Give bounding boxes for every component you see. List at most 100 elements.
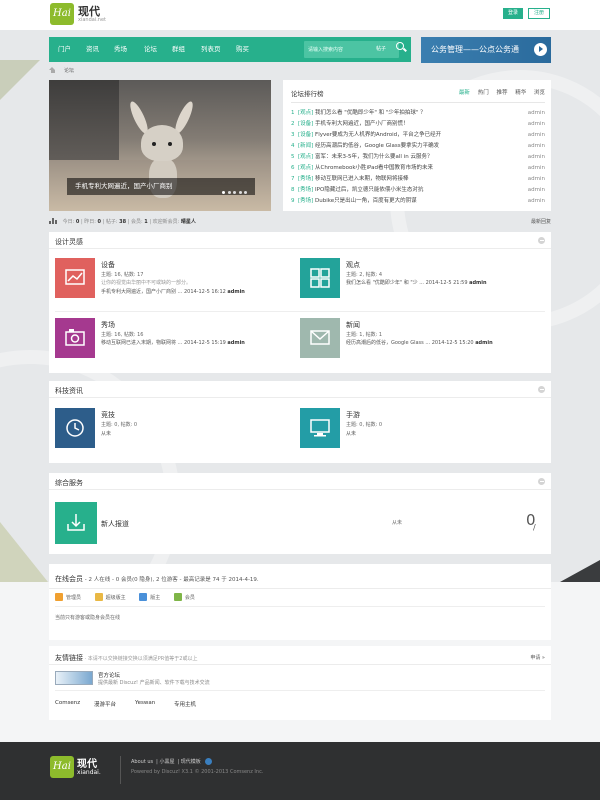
links-title: 友情链接 [55, 654, 83, 662]
ranking-item[interactable]: 5 [观点] 富军：未来3-5年，我们为什么要all in 云服务？ admin [291, 152, 545, 163]
rank-user[interactable]: admin [528, 196, 545, 207]
badge-icon[interactable] [205, 758, 213, 765]
rank-number: 9 [291, 198, 295, 204]
rank-category[interactable]: [观点] [298, 110, 313, 116]
latest-replies-link[interactable]: 最新回复 [531, 218, 551, 227]
footer-link-blacklist[interactable]: 小黑屋 [159, 759, 174, 765]
online-title[interactable]: 在线会员 [55, 575, 83, 583]
rank-category[interactable]: [设备] [298, 121, 313, 127]
forum-item-newcomers[interactable]: 新人报道 从未 0 / [55, 502, 545, 546]
rank-title[interactable]: IPO隐藏过后，凯立德只能依偎小米生态对抗 [315, 187, 423, 193]
search-box: 帖子 [304, 41, 399, 58]
discuz-logo[interactable] [55, 671, 93, 685]
rank-number: 6 [291, 165, 295, 171]
ranking-list: 1 [观点] 我们怎么看 "优酷即少年" 和 "少年拍拍球" ？ admin 2 [设备… [291, 108, 545, 207]
rank-category[interactable]: [秀场] [298, 187, 313, 193]
forum-item-mobile-games[interactable]: 手游 主题: 0, 帖数: 0 从未 [300, 408, 540, 452]
ranking-item[interactable]: 7 [秀场] 移动互联网已进入末期，物联网将接棒 admin [291, 174, 545, 185]
ranking-item[interactable]: 8 [秀场] IPO隐藏过后，凯立德只能依偎小米生态对抗 admin [291, 185, 545, 196]
image-slider[interactable]: 手机专利大网遍近，国产小厂商别 [49, 80, 271, 211]
stats-icon [49, 218, 57, 224]
footer-logo[interactable]: Hai [50, 756, 74, 778]
ranking-item[interactable]: 6 [观点] 从Chromebook小胜iPad看中国教育市场的未来 admin [291, 163, 545, 174]
text-link[interactable]: 专用主机 [174, 700, 196, 708]
rank-user[interactable]: admin [528, 119, 545, 130]
nav-item-show[interactable]: 秀场 [114, 37, 127, 62]
site-logo[interactable]: Hai [50, 3, 74, 25]
forum-item-news[interactable]: 新闻 主题: 1, 帖数: 1 经历高潮后的低谷，Google Glass ..… [300, 318, 540, 362]
rank-title[interactable]: 经历高潮后的低谷，Google Glass要拿实力平确发 [315, 143, 439, 149]
search-category-select[interactable]: 帖子 [376, 41, 386, 58]
footer-link-about[interactable]: About us [131, 759, 153, 765]
slide-caption[interactable]: 手机专利大网遍近，国产小厂商别 [67, 178, 255, 195]
rank-title[interactable]: 移动互联网已进入末期，物联网将接棒 [315, 176, 409, 182]
forum-item-opinion[interactable]: 观点 主题: 2, 帖数: 4 我们怎么看 "优酷即少年" 和 "少 ... 2… [300, 258, 540, 302]
nav-item-groups[interactable]: 群组 [172, 37, 185, 62]
register-button[interactable]: 注册 [528, 8, 550, 19]
legend-admin: 管理员 [55, 593, 81, 601]
apply-link[interactable]: 申请 » [530, 654, 545, 661]
ranking-item[interactable]: 3 [设备] Flyver要成为无人机界的Android，平台之争已经开 admin [291, 130, 545, 141]
nav-item-buy[interactable]: 购买 [236, 37, 249, 62]
rank-category[interactable]: [设备] [298, 132, 313, 138]
rank-user[interactable]: admin [528, 130, 545, 141]
home-icon[interactable] [49, 67, 56, 73]
ranking-item[interactable]: 1 [观点] 我们怎么看 "优酷即少年" 和 "少年拍拍球" ？ admin [291, 108, 545, 119]
login-button[interactable]: 登录 [503, 8, 523, 19]
promo-banner[interactable]: 公务管理——公点公务通 [421, 37, 551, 63]
tab-recommended[interactable]: 推荐 [496, 90, 507, 96]
rank-title[interactable]: 手机专利大网遍近，国产小厂商别慌！ [315, 121, 409, 127]
footer: Hai 现代 xiandai. About us | 小黑屋 | 现代模板 Powe… [0, 742, 600, 800]
tab-latest[interactable]: 最新 [459, 90, 470, 96]
section-title: 综合服务 [55, 479, 83, 487]
newest-member-link[interactable]: 晴星人 [181, 219, 196, 225]
rank-user[interactable]: admin [528, 152, 545, 163]
ranking-item[interactable]: 4 [新闻] 经历高潮后的低谷，Google Glass要拿实力平确发 admin [291, 141, 545, 152]
text-link[interactable]: Yeswan [135, 700, 155, 706]
rank-user[interactable]: admin [528, 185, 545, 196]
search-icon[interactable] [395, 41, 407, 53]
rank-user[interactable]: admin [528, 141, 545, 152]
collapse-icon[interactable] [538, 386, 545, 393]
tab-hot[interactable]: 热门 [478, 90, 489, 96]
rank-category[interactable]: [新闻] [298, 143, 313, 149]
forum-item-esports[interactable]: 竞技 主题: 0, 帖数: 0 从未 [55, 408, 295, 452]
forum-item-show[interactable]: 秀场 主题: 16, 帖数: 16 移动互联网已进入末期，物联网将 ... 20… [55, 318, 295, 362]
text-link[interactable]: Comsenz [55, 700, 80, 706]
rank-user[interactable]: admin [528, 163, 545, 174]
footer-link-template[interactable]: 现代模板 [181, 759, 201, 765]
rank-category[interactable]: [观点] [298, 165, 313, 171]
ranking-item[interactable]: 9 [秀场] Dubike只是出山一角，百度有更大的阴谋 admin [291, 196, 545, 207]
forum-stats: 今日: 0 | 昨日: 0 | 帖子: 38 | 会员: 1 | 欢迎新会员: … [49, 218, 551, 227]
rank-category[interactable]: [秀场] [298, 198, 313, 204]
rank-title[interactable]: 富军：未来3-5年，我们为什么要all in 云服务？ [315, 154, 432, 160]
featured-link[interactable]: 官方论坛 [98, 671, 120, 679]
slider-dots[interactable] [220, 184, 247, 201]
rank-title[interactable]: Flyver要成为无人机界的Android，平台之争已经开 [315, 132, 441, 138]
friend-links: 友情链接 · 本请不以交换链接交换以须满足PR值等于2或以上 申请 » 官方论坛… [49, 646, 551, 720]
nav-item-forum[interactable]: 论坛 [144, 37, 157, 62]
rank-user[interactable]: admin [528, 174, 545, 185]
nav-item-news[interactable]: 资讯 [86, 37, 99, 62]
ranking-item[interactable]: 2 [设备] 手机专利大网遍近，国产小厂商别慌！ admin [291, 119, 545, 130]
breadcrumb[interactable]: 论坛 [64, 67, 74, 75]
search-input[interactable] [308, 44, 368, 55]
rank-number: 8 [291, 187, 295, 193]
collapse-icon[interactable] [538, 237, 545, 244]
rank-user[interactable]: admin [528, 108, 545, 119]
online-note: 当前只有游客或隐身会员在线 [55, 615, 121, 621]
chart-icon [55, 258, 95, 298]
collapse-icon[interactable] [538, 478, 545, 485]
member-legend: 管理员 超级版主 版主 会员 [55, 593, 207, 601]
rank-title[interactable]: 我们怎么看 "优酷即少年" 和 "少年拍拍球" ？ [315, 110, 426, 116]
tab-views[interactable]: 浏览 [534, 90, 545, 96]
rank-title[interactable]: 从Chromebook小胜iPad看中国教育市场的未来 [315, 165, 433, 171]
tab-featured[interactable]: 精华 [515, 90, 526, 96]
nav-item-portal[interactable]: 门户 [58, 37, 71, 62]
forum-item-equipment[interactable]: 设备 主题: 16, 帖数: 17 让你的视觉由华丽中不可或缺的一部分。 手机专… [55, 258, 295, 302]
rank-category[interactable]: [观点] [298, 154, 313, 160]
rank-category[interactable]: [秀场] [298, 176, 313, 182]
rank-title[interactable]: Dubike只是出山一角，百度有更大的阴谋 [315, 198, 417, 204]
text-link[interactable]: 漫游平台 [94, 700, 116, 708]
nav-item-list[interactable]: 列表页 [201, 37, 221, 62]
